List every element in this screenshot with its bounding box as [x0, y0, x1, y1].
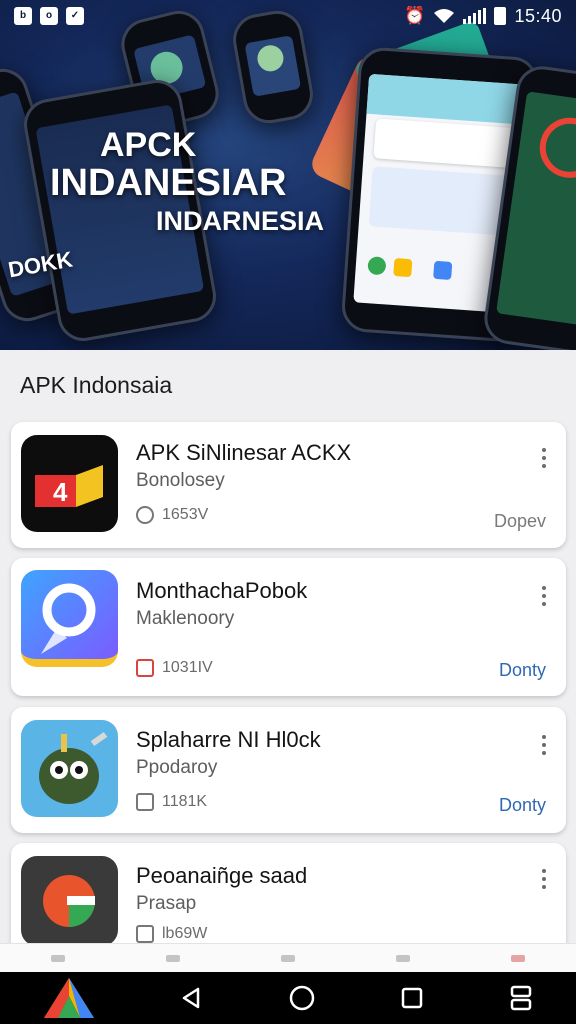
hero-title-line3: INDARNESIA	[156, 206, 325, 236]
app-name: Peoanaiñge saad	[136, 863, 308, 888]
app-name: APK SiNlinesar ACKX	[136, 440, 352, 465]
home-icon[interactable]	[287, 983, 317, 1013]
alarm-icon: ⏰	[404, 6, 426, 25]
signal-icon	[463, 8, 487, 24]
split-screen-icon[interactable]	[506, 983, 536, 1013]
app-card[interactable]: MonthachaPobok Maklenoory 1031IV Donty	[11, 558, 566, 696]
app-card[interactable]: 4 APK SiNlinesar ACKX Bonolosey 1653V Do…	[11, 422, 566, 548]
tab-indicator[interactable]	[280, 954, 295, 962]
check-icon: ✓	[66, 7, 84, 25]
status-right-icons: ⏰ 15:40	[404, 6, 562, 27]
status-time: 15:40	[514, 5, 562, 26]
b-icon: b	[14, 7, 32, 25]
system-nav-bar	[0, 972, 576, 1024]
bottom-tab-strip	[0, 943, 576, 972]
app-category: Ppodaroy	[136, 757, 218, 778]
blue-location-app-icon[interactable]	[21, 570, 118, 667]
app-meta: 1653V	[136, 506, 208, 524]
app-meta: 1031IV	[136, 659, 213, 677]
more-options-icon[interactable]	[538, 586, 550, 606]
app-action-button[interactable]: Dopev	[494, 511, 546, 532]
tab-indicator[interactable]	[396, 954, 411, 962]
app-size: 1653V	[162, 506, 209, 523]
battery-icon	[494, 7, 507, 25]
lock-icon	[136, 659, 154, 677]
app-card[interactable]: Splaharre NI Hl0ck Ppodaroy 1181K Donty	[11, 707, 566, 833]
app-name: Splaharre NI Hl0ck	[136, 727, 321, 752]
app-card[interactable]: Peoanaiñge saad Prasap lb69W	[11, 843, 566, 953]
wifi-icon	[434, 9, 455, 23]
app-size: 1181K	[162, 793, 208, 810]
status-bar: b o ✓ ⏰ 15:40	[0, 0, 576, 32]
g-logo-app-icon[interactable]	[21, 856, 118, 946]
app-meta: 1181K	[136, 793, 207, 811]
o-icon: o	[40, 7, 58, 25]
more-options-icon[interactable]	[538, 448, 550, 468]
tab-indicator[interactable]	[50, 954, 65, 962]
app-name: MonthachaPobok	[136, 578, 308, 603]
app-category: Prasap	[136, 893, 197, 914]
tab-indicator[interactable]	[511, 954, 526, 962]
app-size: 1031IV	[162, 659, 213, 676]
app-logo-icon[interactable]	[40, 976, 98, 1020]
red-video-app-icon[interactable]: 4	[21, 435, 118, 532]
more-options-icon[interactable]	[538, 869, 550, 889]
back-icon[interactable]	[177, 983, 207, 1013]
robot-cartoon-app-icon[interactable]	[21, 720, 118, 817]
verified-icon	[136, 506, 154, 524]
hero-title-line2: INDANESIAR	[50, 162, 287, 204]
hero-banner[interactable]: APCK INDANESIAR INDARNESIA DOKK	[0, 0, 576, 350]
hero-title-line1: APCK	[100, 126, 197, 164]
app-category: Bonolosey	[136, 470, 225, 491]
more-options-icon[interactable]	[538, 735, 550, 755]
app-action-button[interactable]: Donty	[499, 660, 546, 681]
recents-icon[interactable]	[397, 983, 427, 1013]
status-left-icons: b o ✓	[14, 7, 84, 25]
app-size: lb69W	[162, 925, 208, 942]
shield-icon	[136, 793, 154, 811]
section-title: APK Indonsaia	[20, 372, 173, 398]
app-action-button[interactable]: Donty	[499, 795, 546, 816]
shield-icon	[136, 925, 154, 943]
svg-text:4: 4	[53, 477, 68, 507]
app-meta: lb69W	[136, 925, 207, 943]
app-category: Maklenoory	[136, 608, 235, 629]
tab-indicator[interactable]	[165, 954, 180, 962]
